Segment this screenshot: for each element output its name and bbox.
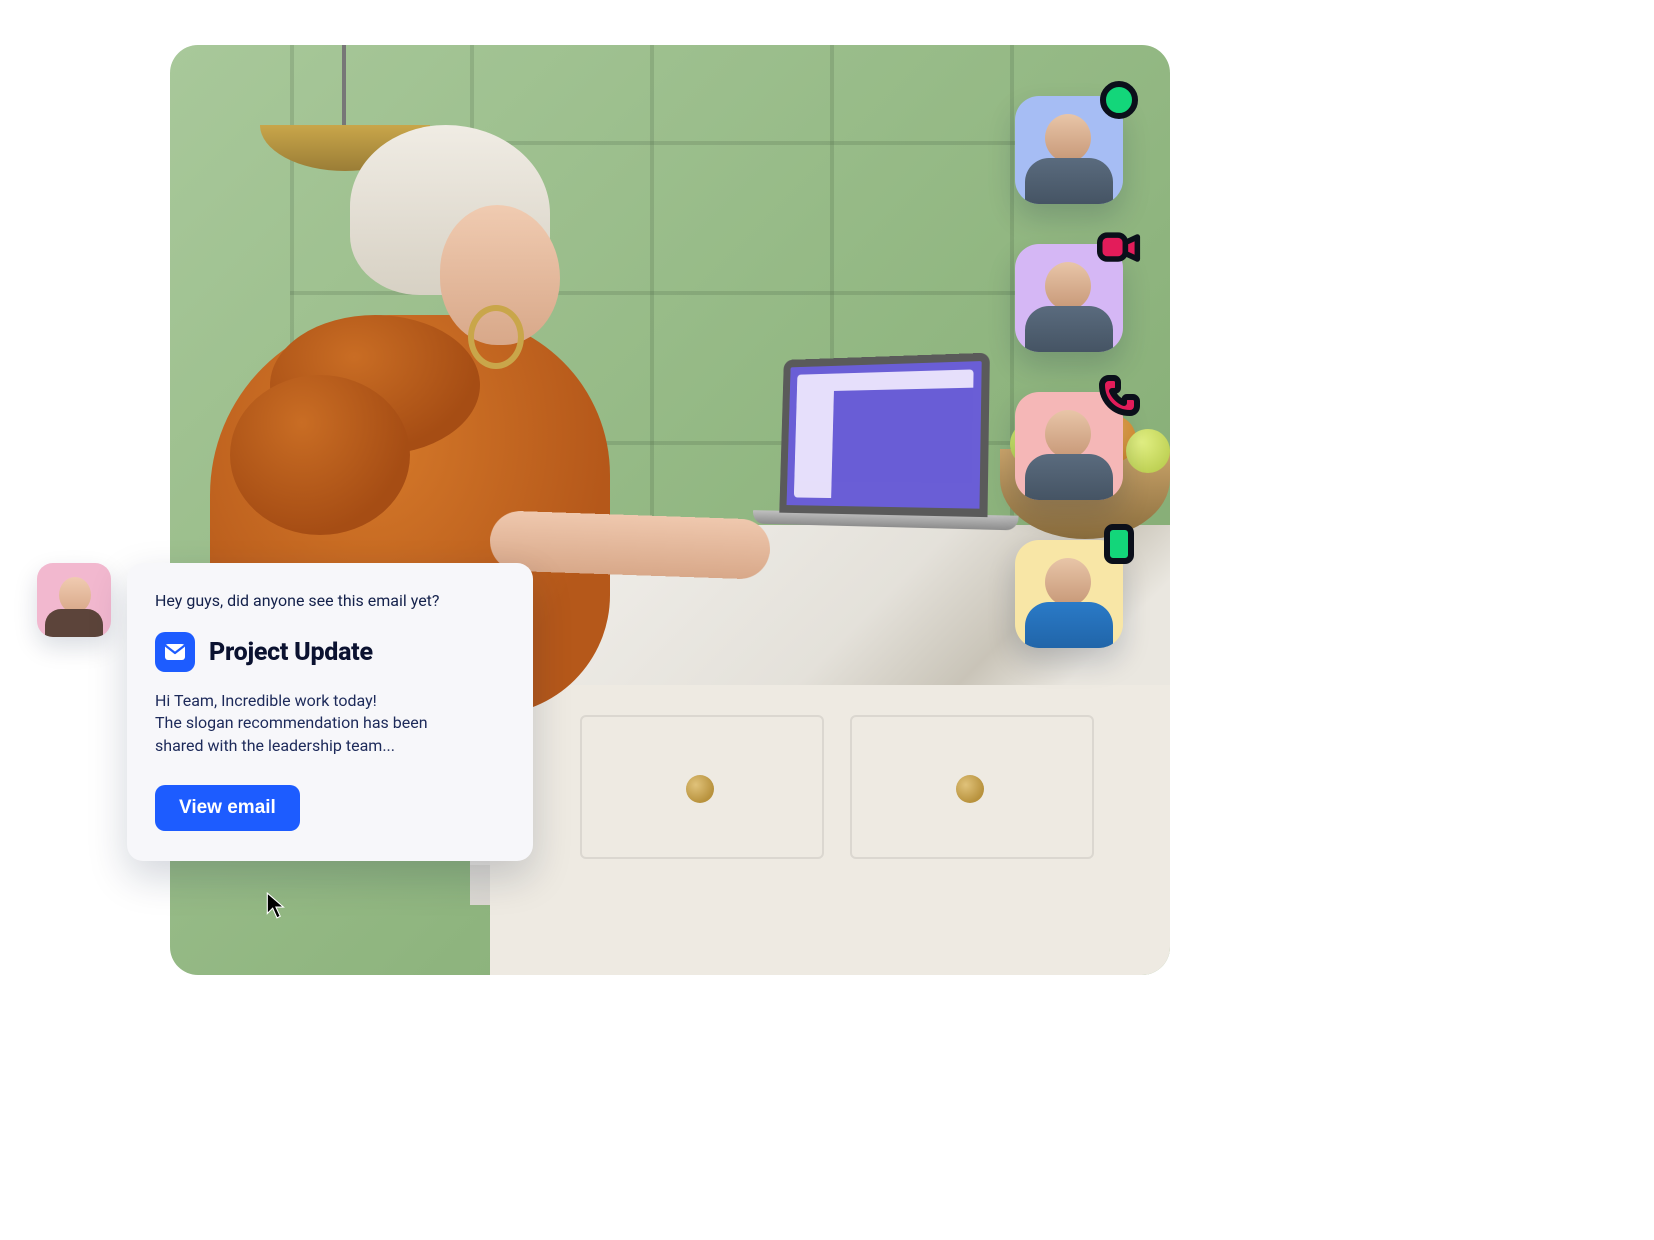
drawer-knob	[956, 775, 984, 803]
status-phone-icon	[1097, 374, 1141, 418]
email-body-preview: Hi Team, Incredible work today! The slog…	[155, 690, 505, 757]
drawer-knob	[686, 775, 714, 803]
participant-avatar	[1015, 392, 1123, 500]
status-mobile-icon	[1097, 522, 1141, 566]
email-subject: Project Update	[209, 638, 373, 667]
participant-avatar-stack	[1015, 96, 1123, 648]
laptop-illustration	[778, 352, 1020, 560]
email-preview-card: Hey guys, did anyone see this email yet?…	[127, 563, 533, 861]
sender-avatar	[37, 563, 111, 637]
view-email-button[interactable]: View email	[155, 785, 300, 831]
status-video-icon	[1097, 226, 1141, 270]
status-online-icon	[1097, 78, 1141, 122]
fruit	[1126, 429, 1170, 473]
chat-message-text: Hey guys, did anyone see this email yet?	[155, 591, 505, 610]
envelope-icon	[155, 632, 195, 672]
participant-avatar	[1015, 244, 1123, 352]
cursor-icon	[266, 892, 288, 920]
participant-avatar	[1015, 540, 1123, 648]
participant-avatar	[1015, 96, 1123, 204]
